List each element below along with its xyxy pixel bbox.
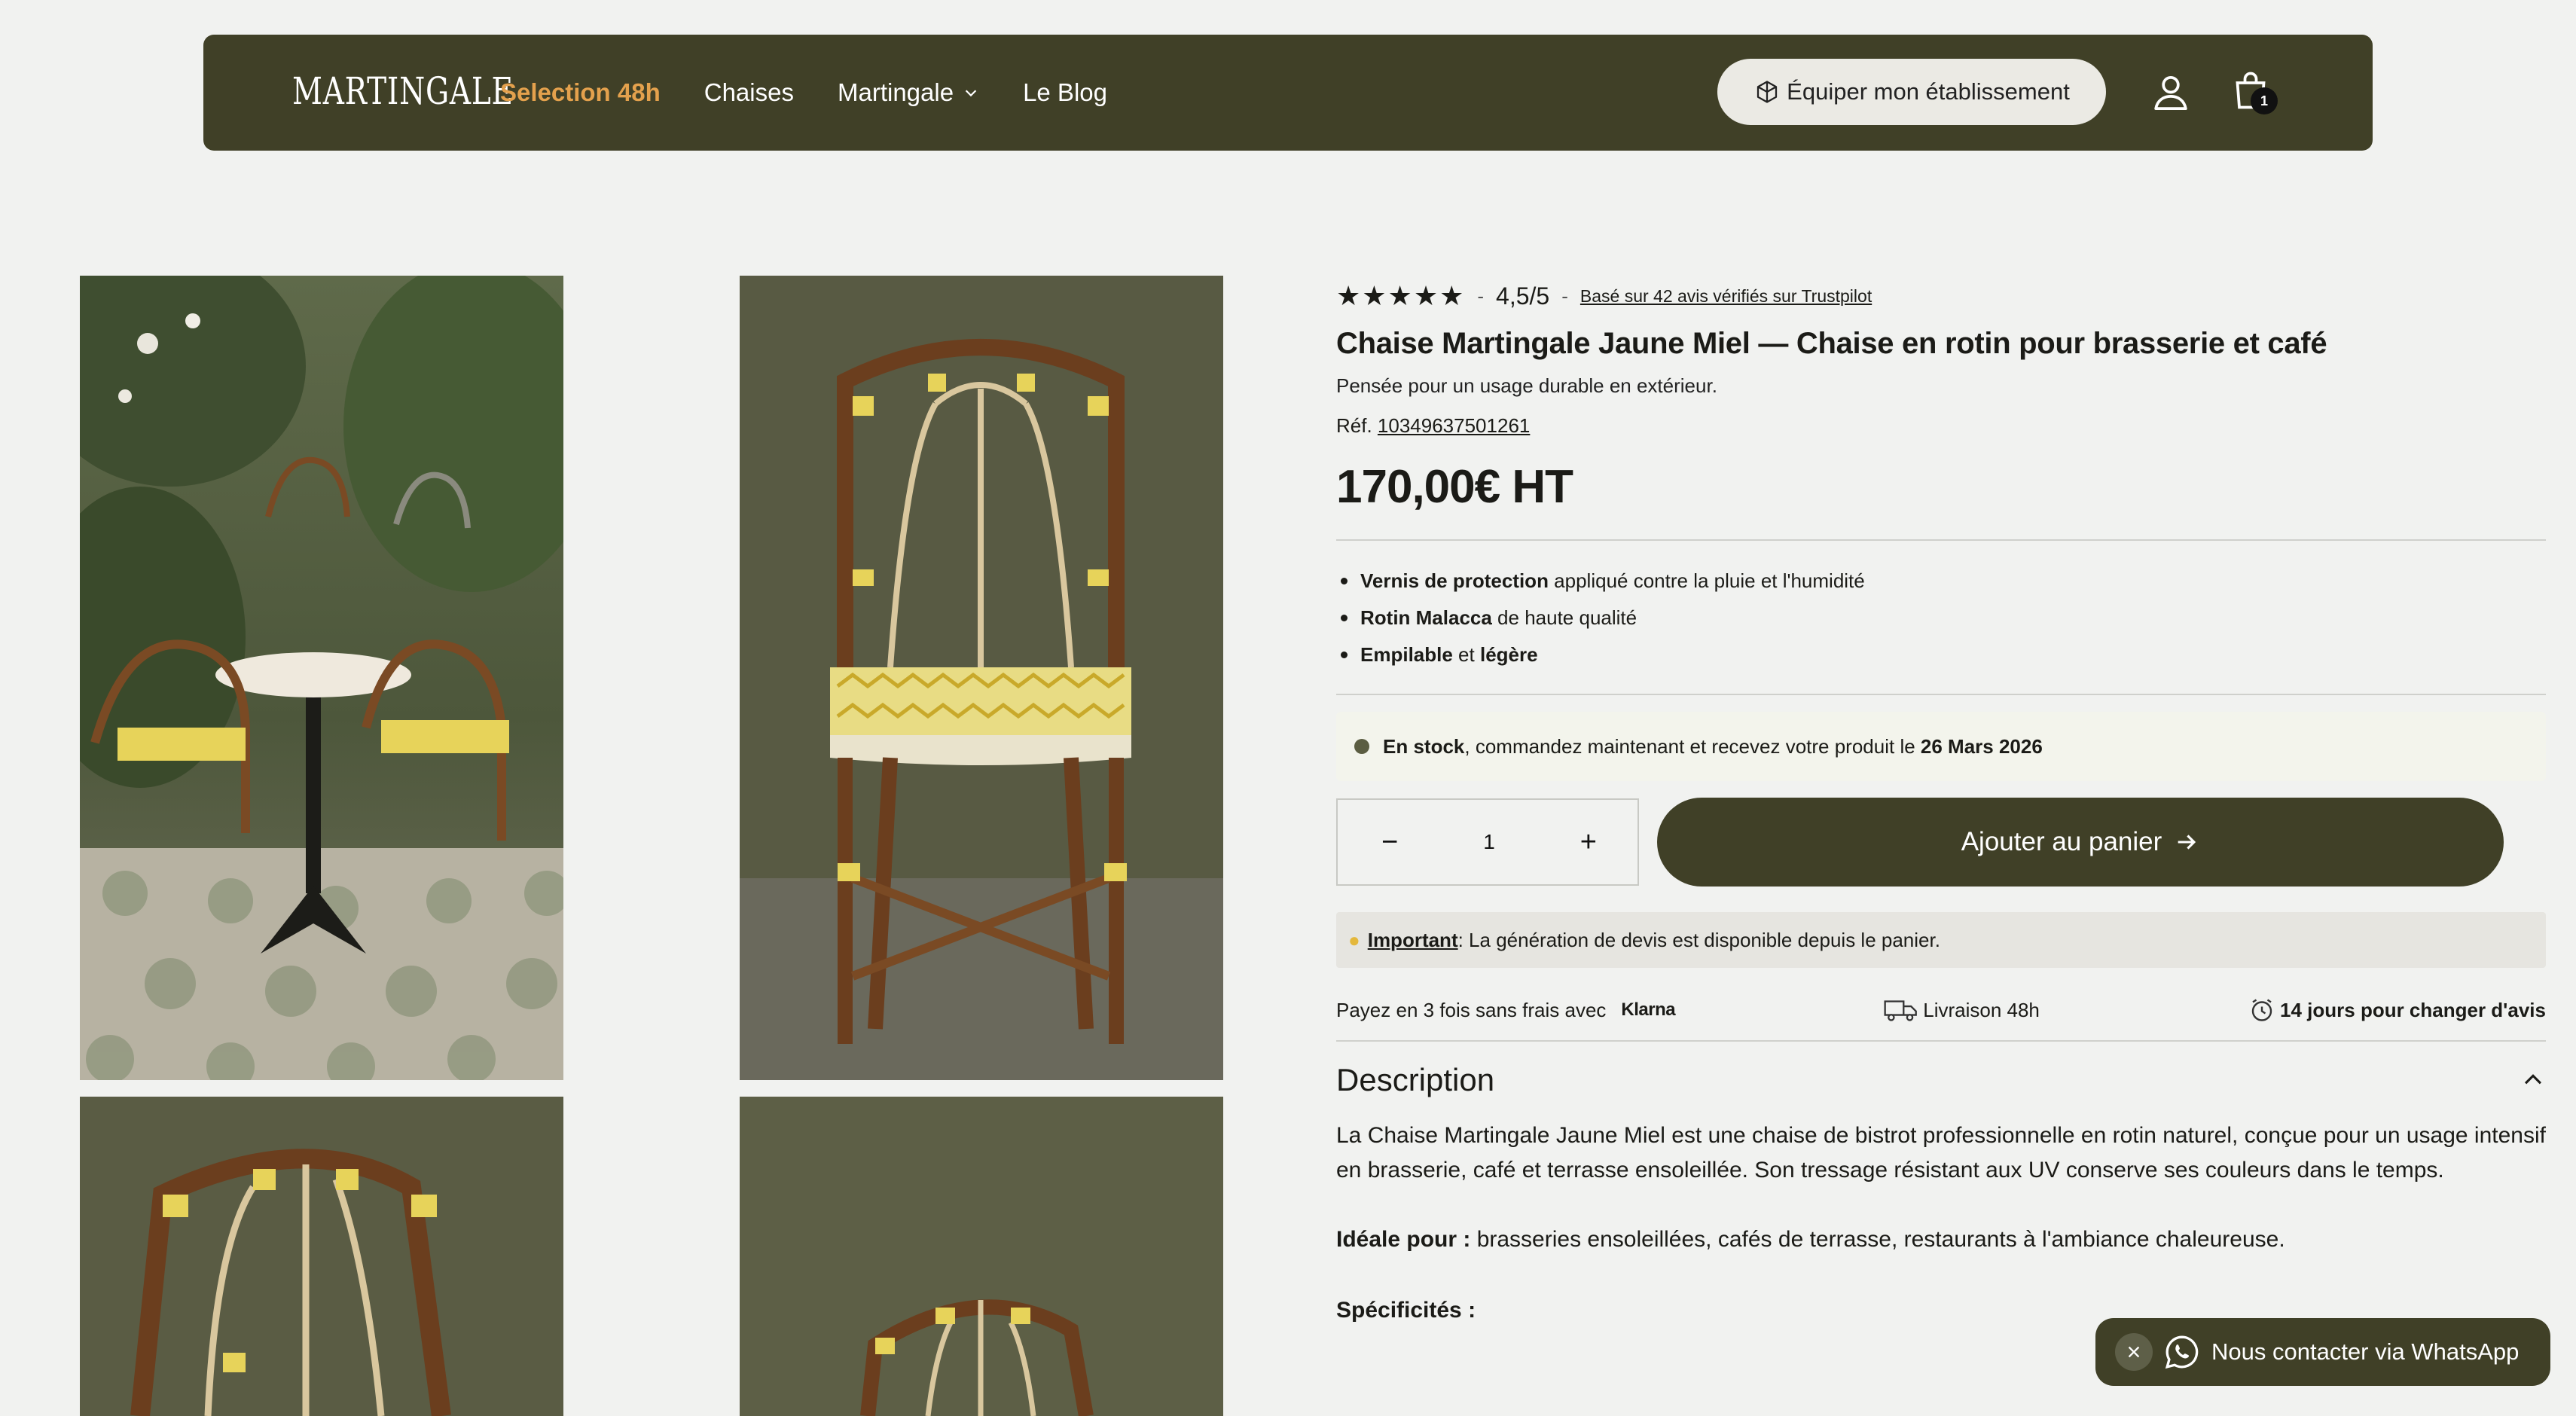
close-icon[interactable] (2115, 1333, 2153, 1371)
quantity-decrease-button[interactable]: − (1381, 826, 1398, 859)
reference-label: Réf. (1336, 414, 1372, 437)
whatsapp-icon (2165, 1335, 2199, 1369)
feature-item: Rotin Malacca de haute qualité (1336, 606, 2546, 630)
divider (1336, 539, 2546, 541)
divider (1336, 694, 2546, 695)
brand-logo[interactable]: MARTINGALE (292, 69, 514, 113)
quote-notice: ● Important : La génération de devis est… (1336, 912, 2546, 968)
stock-text: En stock, commandez maintenant et receve… (1383, 734, 2043, 758)
quantity-increase-button[interactable]: + (1580, 826, 1597, 859)
returns-text: 14 jours pour changer d'avis (2280, 998, 2546, 1021)
rating-score: 4,5/5 (1496, 282, 1550, 310)
ideal-for-text: Idéale pour : brasseries ensoleillées, c… (1336, 1227, 2285, 1252)
description-text: La Chaise Martingale Jaune Miel est une … (1336, 1123, 2546, 1183)
important-text: : La génération de devis est disponible … (1457, 928, 1940, 951)
equip-button-label: Équiper mon établissement (1787, 78, 2070, 105)
klarna-logo: Klarna (1621, 999, 1676, 1020)
quantity-stepper: − + (1336, 798, 1639, 886)
product-image-front[interactable] (740, 276, 1223, 1080)
reference-number[interactable]: 10349637501261 (1378, 414, 1530, 437)
cart-count-badge: 1 (2251, 87, 2278, 114)
product-image-detail-top[interactable] (740, 1097, 1223, 1416)
chevron-down-icon (965, 90, 977, 97)
box-icon (1757, 81, 1778, 103)
equip-establishment-button[interactable]: Équiper mon établissement (1717, 59, 2106, 125)
perk-klarna: Payez en 3 fois sans frais avec Klarna (1336, 998, 1676, 1022)
whatsapp-contact-button[interactable]: Nous contacter via WhatsApp (2095, 1318, 2550, 1386)
trustpilot-reviews-link[interactable]: Basé sur 42 avis vérifiés sur Trustpilot (1580, 286, 1872, 307)
arrow-right-icon (2178, 835, 2196, 850)
add-to-cart-label: Ajouter au panier (1961, 827, 2162, 856)
top-navigation-bar: MARTINGALE Selection 48h Chaises Marting… (203, 35, 2373, 151)
important-link[interactable]: Important (1368, 929, 1458, 952)
add-to-cart-button[interactable]: Ajouter au panier (1657, 798, 2504, 887)
stock-indicator-dot (1354, 739, 1369, 754)
feature-item: Vernis de protection appliqué contre la … (1336, 569, 2546, 593)
product-reference: Réf. 10349637501261 (1336, 414, 2546, 438)
product-image-terrace[interactable] (80, 276, 563, 1080)
description-accordion-header[interactable]: Description (1336, 1042, 2546, 1118)
nav-le-blog[interactable]: Le Blog (1023, 78, 1107, 107)
klarna-text: Payez en 3 fois sans frais avec (1336, 998, 1607, 1021)
lightbulb-icon: ● (1348, 928, 1360, 951)
user-icon[interactable] (2150, 71, 2192, 113)
chevron-up-icon (2524, 1074, 2542, 1085)
delivery-text: Livraison 48h (1923, 998, 2040, 1021)
product-price: 170,00€ HT (1336, 461, 1573, 513)
purchase-row: − + Ajouter au panier (1336, 798, 2546, 887)
main-nav: Selection 48h Chaises Martingale Le Blog (500, 35, 1151, 151)
perks-row: Payez en 3 fois sans frais avec Klarna L… (1336, 995, 2546, 1025)
rating-separator: - (1477, 284, 1485, 307)
product-subtitle: Pensée pour un usage durable en extérieu… (1336, 374, 1717, 397)
clock-icon (2251, 999, 2272, 1021)
feature-list: Vernis de protection appliqué contre la … (1336, 569, 2546, 667)
nav-chaises[interactable]: Chaises (704, 78, 794, 107)
feature-item: Empilable et légère (1336, 643, 2546, 667)
product-image-detail-back[interactable] (80, 1097, 563, 1416)
nav-martingale-label: Martingale (837, 78, 954, 106)
perk-delivery: Livraison 48h (1884, 997, 2040, 1023)
rating-stars: ★★★★★ (1336, 280, 1466, 311)
stock-status-box: En stock, commandez maintenant et receve… (1336, 712, 2546, 781)
product-title: Chaise Martingale Jaune Miel — Chaise en… (1336, 327, 2327, 360)
nav-selection-48h[interactable]: Selection 48h (500, 78, 661, 107)
description-title: Description (1336, 1062, 1495, 1097)
rating-row: ★★★★★ - 4,5/5 - Basé sur 42 avis vérifié… (1336, 279, 2546, 313)
truck-icon (1884, 1000, 1918, 1021)
quantity-input[interactable] (1459, 830, 1519, 854)
rating-separator-2: - (1561, 284, 1568, 307)
nav-martingale[interactable]: Martingale (838, 78, 979, 107)
product-info-panel: ★★★★★ - 4,5/5 - Basé sur 42 avis vérifié… (1336, 279, 2546, 1323)
perk-returns: 14 jours pour changer d'avis (2248, 996, 2546, 1024)
whatsapp-label: Nous contacter via WhatsApp (2211, 1338, 2520, 1365)
